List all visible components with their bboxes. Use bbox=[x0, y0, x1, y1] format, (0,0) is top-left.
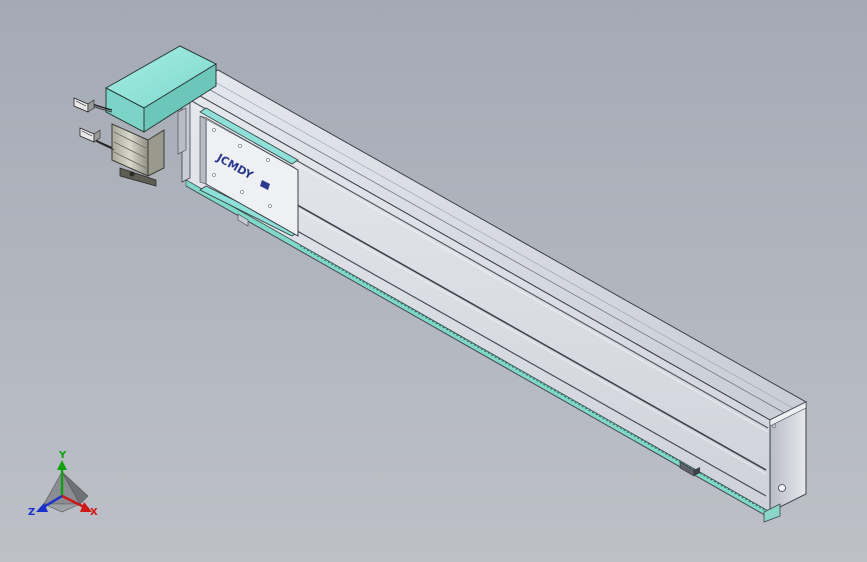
linear-module-model: JCMDY Y X Z bbox=[28, 45, 808, 523]
rail-body bbox=[184, 69, 808, 519]
cad-viewport[interactable]: JCMDY Y X Z bbox=[0, 0, 867, 562]
orientation-triad[interactable]: Y X Z bbox=[28, 450, 98, 518]
y-axis-label: Y bbox=[58, 450, 67, 461]
z-axis-label: Z bbox=[28, 507, 35, 518]
rail-end-cap bbox=[763, 401, 807, 523]
x-axis-label: X bbox=[90, 507, 98, 518]
cable-connector-2 bbox=[79, 127, 115, 151]
